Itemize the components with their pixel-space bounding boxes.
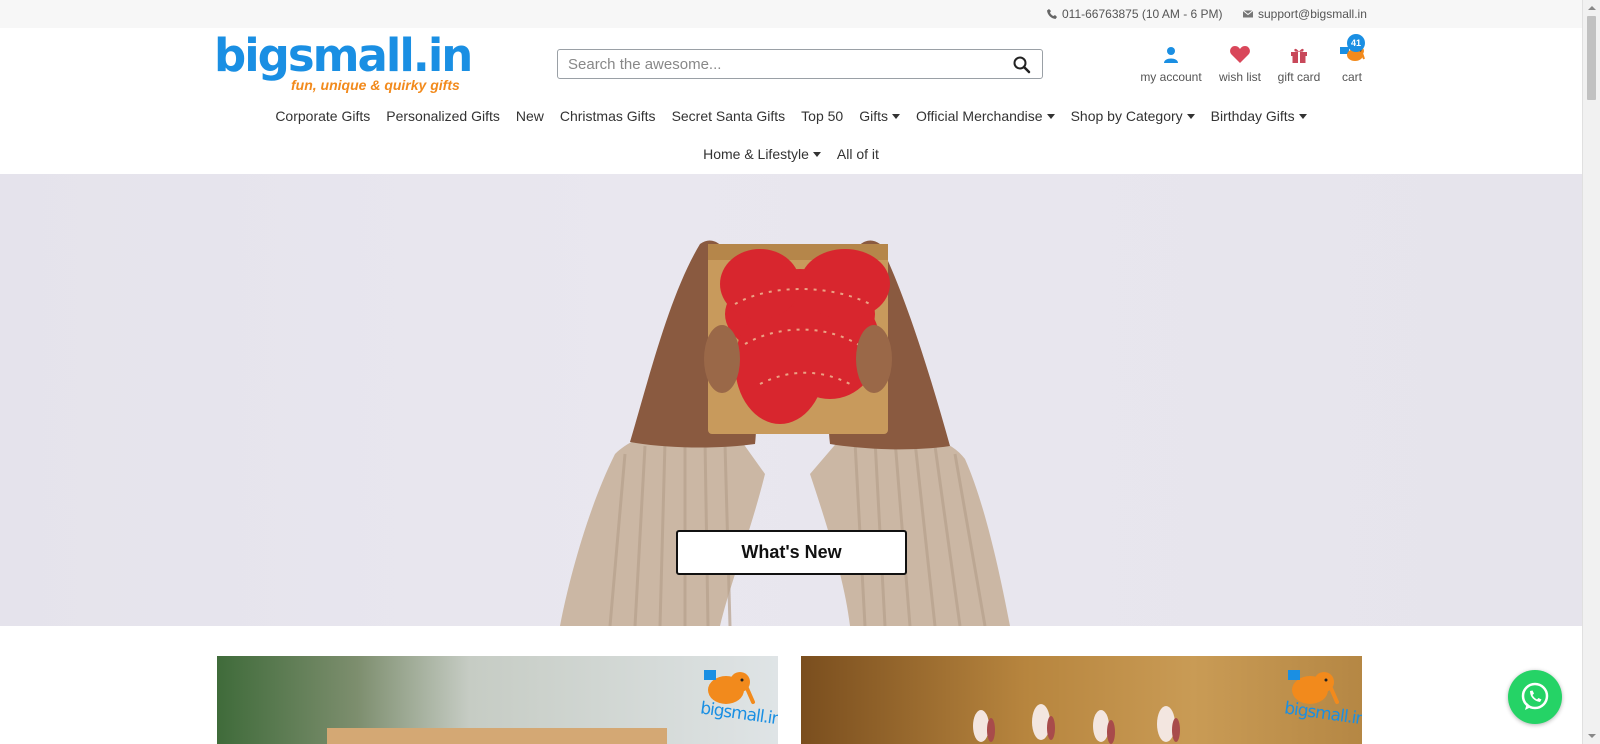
- whats-new-button[interactable]: What's New: [676, 530, 907, 575]
- tile-logo-text: bigsmall.in: [699, 698, 778, 730]
- main-nav-row-1: Corporate Gifts Personalized Gifts New C…: [0, 106, 1582, 126]
- whatsapp-icon: [1521, 682, 1549, 710]
- logo-wordmark: bigsmall.in: [214, 29, 473, 82]
- nav-official-merchandise[interactable]: Official Merchandise: [908, 106, 1063, 126]
- nav-gifts[interactable]: Gifts: [851, 106, 908, 126]
- tile-brand-logo: bigsmall.in: [1282, 664, 1362, 740]
- gift-card-link[interactable]: gift card: [1273, 42, 1325, 84]
- search-input[interactable]: [568, 51, 1008, 77]
- hero-banner[interactable]: What's New: [0, 174, 1582, 626]
- gift-icon: [1291, 48, 1307, 63]
- nav-new[interactable]: New: [508, 106, 552, 126]
- cart-link[interactable]: 41 cart: [1337, 34, 1367, 84]
- wish-list-label: wish list: [1218, 70, 1261, 84]
- caret-down-icon: [892, 113, 900, 119]
- nav-secret-santa-gifts[interactable]: Secret Santa Gifts: [664, 106, 794, 126]
- main-nav-row-2: Home & Lifestyle All of it: [0, 144, 1582, 164]
- my-account-label: my account: [1140, 70, 1202, 84]
- caret-down-icon: [1186, 113, 1195, 119]
- whatsapp-chat-button[interactable]: [1508, 670, 1562, 724]
- tile-logo-text: bigsmall.in: [1283, 698, 1362, 730]
- support-phone[interactable]: 011-66763875 (10 AM - 6 PM): [1046, 7, 1223, 21]
- page-scrollbar[interactable]: [1582, 0, 1600, 744]
- scroll-up-arrow-icon[interactable]: [1588, 6, 1596, 10]
- nav-all-of-it[interactable]: All of it: [829, 144, 887, 164]
- nav-home-lifestyle[interactable]: Home & Lifestyle: [695, 144, 829, 164]
- logo-tagline: fun, unique & quirky gifts: [291, 77, 460, 93]
- cart-count-badge: 41: [1347, 34, 1365, 52]
- top-contact-bar: 011-66763875 (10 AM - 6 PM) support@bigs…: [0, 0, 1582, 28]
- tile-brand-logo: bigsmall.in: [698, 664, 778, 740]
- cart-label: cart: [1341, 70, 1362, 84]
- wish-list-link[interactable]: wish list: [1216, 42, 1264, 84]
- email-text: support@bigsmall.in: [1258, 7, 1367, 21]
- heart-icon: [1230, 46, 1250, 63]
- caret-down-icon: [1046, 113, 1055, 119]
- search-icon[interactable]: [1012, 55, 1032, 75]
- nav-corporate-gifts[interactable]: Corporate Gifts: [267, 106, 378, 126]
- user-icon: [1164, 47, 1178, 63]
- nav-top-50[interactable]: Top 50: [793, 106, 851, 126]
- phone-icon: [1047, 9, 1057, 19]
- nav-personalized-gifts[interactable]: Personalized Gifts: [378, 106, 508, 126]
- phone-text: 011-66763875 (10 AM - 6 PM): [1062, 7, 1223, 21]
- promo-tile-right[interactable]: bigsmall.in: [801, 656, 1362, 744]
- scroll-down-arrow-icon[interactable]: [1588, 734, 1596, 738]
- nav-shop-by-category[interactable]: Shop by Category: [1063, 106, 1203, 126]
- gift-card-label: gift card: [1277, 70, 1321, 84]
- envelope-icon: [1242, 10, 1254, 18]
- site-header: bigsmall.in fun, unique & quirky gifts m…: [0, 28, 1582, 174]
- nav-birthday-gifts[interactable]: Birthday Gifts: [1203, 106, 1315, 126]
- site-logo[interactable]: bigsmall.in fun, unique & quirky gifts: [214, 29, 473, 96]
- promo-tile-left[interactable]: bigsmall.in: [217, 656, 778, 744]
- flower-decor-image: [973, 704, 1180, 744]
- nav-christmas-gifts[interactable]: Christmas Gifts: [552, 106, 664, 126]
- caret-down-icon: [812, 151, 821, 157]
- my-account-link[interactable]: my account: [1140, 42, 1202, 84]
- search-box: [557, 49, 1043, 79]
- support-email[interactable]: support@bigsmall.in: [1242, 7, 1367, 21]
- kraft-box-image: [327, 728, 667, 744]
- caret-down-icon: [1298, 113, 1307, 119]
- scrollbar-thumb[interactable]: [1587, 16, 1596, 100]
